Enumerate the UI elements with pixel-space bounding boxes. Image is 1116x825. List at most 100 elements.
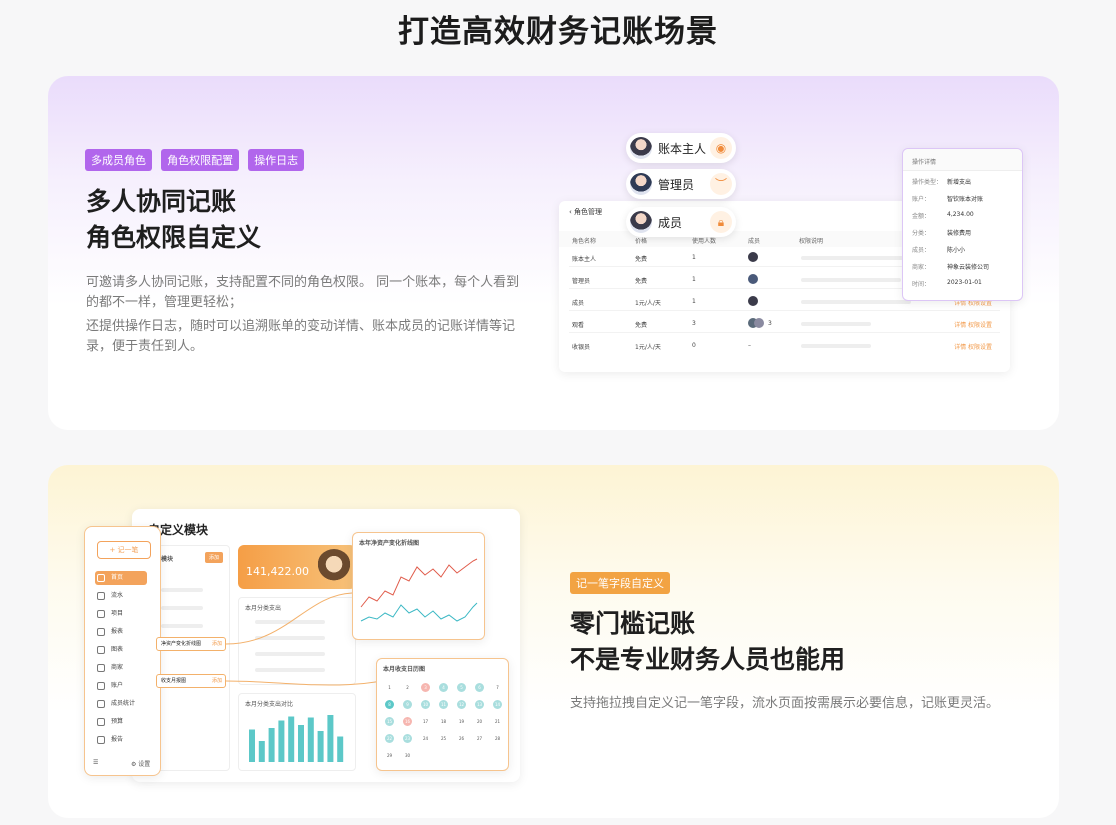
calendar-grid: 1 2 3 4 5 6 7 8 9 10 11 12 13 14 15 16 17 18 19 20 21 22 23 24 2… bbox=[381, 679, 506, 767]
table-row[interactable]: 收银员 1元/人/天 0 – 详情 权限设置 bbox=[569, 337, 1000, 355]
module-bar bbox=[161, 624, 203, 628]
role-pill-admin[interactable]: 管理员 ︶ bbox=[626, 169, 736, 199]
bar-mark bbox=[337, 736, 344, 762]
tag-custom-field: 记一笔字段自定义 bbox=[570, 572, 670, 594]
settings-link[interactable]: ⚙ 设置 bbox=[131, 759, 150, 768]
sidebar-item[interactable]: 项目 bbox=[95, 607, 147, 621]
avatar bbox=[748, 274, 758, 284]
log-value: 陈小小 bbox=[947, 247, 966, 254]
role-pill-owner[interactable]: 账本主人 ◉ bbox=[626, 133, 736, 163]
calendar-day[interactable]: 26 bbox=[457, 734, 466, 743]
app-sidebar: + 记一笔 首页流水项目报表图表商家账户成员统计预算报告 ☰ ⚙ 设置 bbox=[84, 526, 161, 776]
menu-icon[interactable]: ☰ bbox=[93, 759, 98, 766]
collab-desc-1: 可邀请多人协同记账，支持配置不同的角色权限。 同一个账本，每个人看到的都不一样，… bbox=[86, 275, 520, 310]
module-link-calendar[interactable]: 收支月报图 添加 bbox=[156, 674, 226, 688]
sidebar-item[interactable]: 商家 bbox=[95, 661, 147, 675]
calendar-day[interactable]: 10 bbox=[421, 700, 430, 709]
calendar-day[interactable]: 28 bbox=[493, 734, 502, 743]
new-entry-button[interactable]: + 记一笔 bbox=[97, 541, 151, 559]
calendar-day[interactable]: 3 bbox=[421, 683, 430, 692]
avatar bbox=[748, 252, 758, 262]
col-permission-desc: 权限说明 bbox=[799, 238, 824, 245]
calendar-day[interactable]: 2 bbox=[403, 683, 412, 692]
calendar-day[interactable]: 20 bbox=[475, 717, 484, 726]
module-link-label: 净资产变化折线图 bbox=[161, 641, 202, 647]
calendar-day[interactable]: 11 bbox=[439, 700, 448, 709]
calendar-day[interactable]: 8 bbox=[385, 700, 394, 709]
sidebar-item[interactable]: 账户 bbox=[95, 679, 147, 693]
sidebar-item[interactable]: 流水 bbox=[95, 589, 147, 603]
log-value: 新增支出 bbox=[947, 179, 972, 186]
calendar-day[interactable]: 15 bbox=[385, 717, 394, 726]
calendar-day[interactable]: 30 bbox=[403, 751, 412, 760]
row-actions[interactable]: 详情 权限设置 bbox=[954, 320, 992, 329]
store-icon bbox=[97, 664, 105, 672]
balance-card: 141,422.00 bbox=[238, 545, 356, 589]
calendar-day[interactable]: 16 bbox=[403, 717, 412, 726]
calendar-day[interactable]: 25 bbox=[439, 734, 448, 743]
page: 打造高效财务记账场景 多成员角色 角色权限配置 操作日志 多人协同记账 角色权限… bbox=[0, 0, 1116, 825]
eye-closed-icon[interactable]: ︶ bbox=[710, 173, 732, 195]
sidebar-item[interactable]: 报表 bbox=[95, 625, 147, 639]
avatar bbox=[630, 137, 652, 159]
page-heading: 打造高效财务记账场景 bbox=[398, 14, 718, 50]
sidebar-item[interactable]: 预算 bbox=[95, 715, 147, 729]
line-chart-title: 本年净资产变化折线图 bbox=[359, 540, 420, 547]
eye-icon[interactable]: ◉ bbox=[710, 137, 732, 159]
row-count: 3 bbox=[692, 320, 696, 327]
role-pill-label: 管理员 bbox=[658, 178, 695, 192]
sidebar-item-label: 报表 bbox=[111, 628, 124, 635]
module-link-action[interactable]: 添加 bbox=[212, 675, 222, 687]
log-key: 商家： bbox=[912, 264, 931, 271]
calendar-day[interactable]: 1 bbox=[385, 683, 394, 692]
row-price: 免费 bbox=[635, 278, 648, 285]
sidebar-item-label: 流水 bbox=[111, 592, 124, 599]
calendar-day[interactable]: 27 bbox=[475, 734, 484, 743]
role-pill-label: 成员 bbox=[658, 216, 683, 230]
avatar bbox=[630, 173, 652, 195]
sidebar-item[interactable]: 首页 bbox=[95, 571, 147, 585]
sidebar-item-label: 成员统计 bbox=[111, 700, 136, 707]
sidebar-item[interactable]: 图表 bbox=[95, 643, 147, 657]
module-link-line-chart[interactable]: 净资产变化折线图 添加 bbox=[156, 637, 226, 651]
calendar-day[interactable]: 14 bbox=[493, 700, 502, 709]
bar-mark bbox=[317, 731, 324, 762]
calendar-day[interactable]: 4 bbox=[439, 683, 448, 692]
balance-amount: 141,422.00 bbox=[246, 565, 309, 578]
calendar-day[interactable]: 23 bbox=[403, 734, 412, 743]
calendar-day[interactable]: 21 bbox=[493, 717, 502, 726]
calendar-day[interactable]: 5 bbox=[457, 683, 466, 692]
row-price: 1元/人/天 bbox=[635, 344, 661, 351]
role-panel-title: 角色管理 bbox=[574, 208, 603, 216]
avatar bbox=[754, 318, 764, 328]
sidebar-item[interactable]: 报告 bbox=[95, 733, 147, 747]
calendar-day[interactable]: 13 bbox=[475, 700, 484, 709]
add-module-button[interactable]: 添加 bbox=[204, 552, 223, 563]
calendar-day[interactable]: 12 bbox=[457, 700, 466, 709]
custom-entry-desc: 支持拖拉拽自定义记一笔字段，流水页面按需展示必要信息，记账更灵活。 bbox=[570, 696, 1000, 711]
calendar-day[interactable]: 7 bbox=[493, 683, 502, 692]
collab-title-line1: 多人协同记账 bbox=[86, 187, 237, 216]
role-panel-back[interactable]: ‹ 角色管理 bbox=[569, 207, 602, 217]
table-row[interactable]: 观看 免费 3 3 详情 权限设置 bbox=[569, 315, 1000, 333]
calendar-day[interactable]: 22 bbox=[385, 734, 394, 743]
budget-icon bbox=[97, 718, 105, 726]
calendar-day[interactable]: 9 bbox=[403, 700, 412, 709]
module-link-label: 收支月报图 bbox=[161, 678, 187, 684]
calendar-day[interactable]: 18 bbox=[439, 717, 448, 726]
module-label: 模块 bbox=[161, 556, 174, 563]
net-asset-line-chart bbox=[360, 558, 478, 622]
lock-icon[interactable]: 🔒︎ bbox=[710, 211, 732, 233]
calendar-day[interactable]: 6 bbox=[475, 683, 484, 692]
calendar-day[interactable]: 17 bbox=[421, 717, 430, 726]
row-actions[interactable]: 详情 权限设置 bbox=[954, 342, 992, 351]
row-name: 成员 bbox=[572, 300, 585, 307]
calendar-day[interactable]: 24 bbox=[421, 734, 430, 743]
calendar-day[interactable]: 29 bbox=[385, 751, 394, 760]
calendar-title: 本月收支日历图 bbox=[383, 666, 426, 673]
sidebar-item[interactable]: 成员统计 bbox=[95, 697, 147, 711]
log-value: 4,234.00 bbox=[947, 211, 974, 218]
calendar-day[interactable]: 19 bbox=[457, 717, 466, 726]
role-pill-member[interactable]: 成员 🔒︎ bbox=[626, 207, 736, 237]
module-link-action[interactable]: 添加 bbox=[212, 638, 222, 650]
